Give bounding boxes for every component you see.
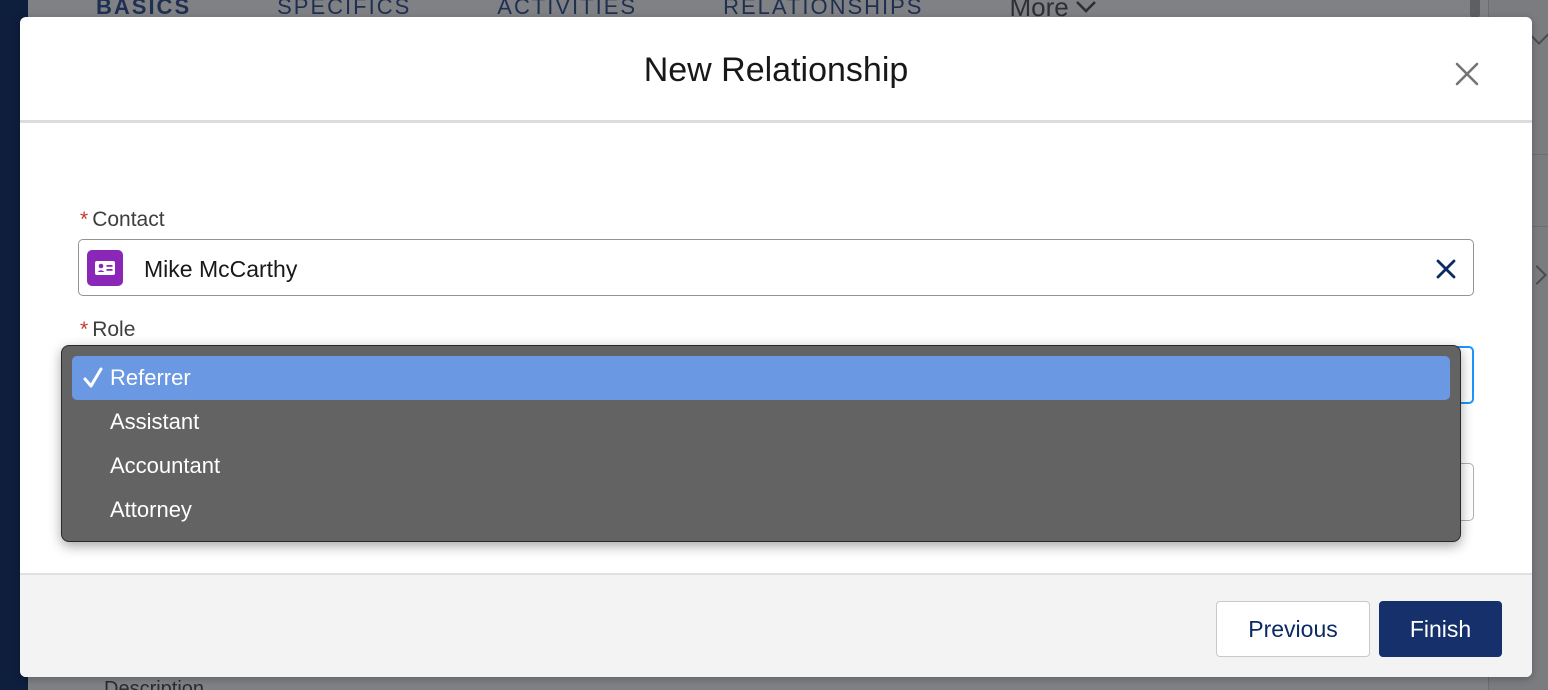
finish-button[interactable]: Finish <box>1379 601 1502 657</box>
required-marker: * <box>80 208 89 231</box>
role-option-label: Attorney <box>110 497 192 522</box>
contact-card-icon <box>87 250 123 286</box>
role-option-attorney[interactable]: Attorney <box>72 488 1450 532</box>
contact-value: Mike McCarthy <box>144 256 298 282</box>
modal-header: New Relationship <box>20 17 1532 123</box>
checkmark-icon <box>83 367 103 388</box>
role-option-label: Referrer <box>110 365 191 390</box>
role-label: * Role <box>80 318 135 342</box>
background-scrollbar <box>1470 0 1480 18</box>
chevron-down-icon <box>1075 1 1096 13</box>
role-option-referrer[interactable]: Referrer <box>72 356 1450 400</box>
role-label-text: Role <box>92 318 136 341</box>
close-button[interactable] <box>1454 61 1480 87</box>
role-dropdown-menu: Referrer Assistant Accountant Attorney <box>61 345 1461 542</box>
contact-label-text: Contact <box>92 208 165 231</box>
contact-label: * Contact <box>80 208 165 232</box>
previous-button[interactable]: Previous <box>1216 601 1370 657</box>
close-icon <box>1455 62 1479 86</box>
close-icon <box>1436 259 1456 279</box>
modal-title: New Relationship <box>643 51 909 89</box>
clear-contact-button[interactable] <box>1435 258 1457 280</box>
background-description-label: Description <box>104 678 205 690</box>
modal-footer: Previous Finish <box>20 573 1532 677</box>
role-option-label: Accountant <box>110 453 221 478</box>
role-option-label: Assistant <box>110 409 200 434</box>
role-option-assistant[interactable]: Assistant <box>72 400 1450 444</box>
contact-lookup-field[interactable]: Mike McCarthy <box>78 239 1474 296</box>
role-option-accountant[interactable]: Accountant <box>72 444 1450 488</box>
required-marker: * <box>80 318 89 341</box>
